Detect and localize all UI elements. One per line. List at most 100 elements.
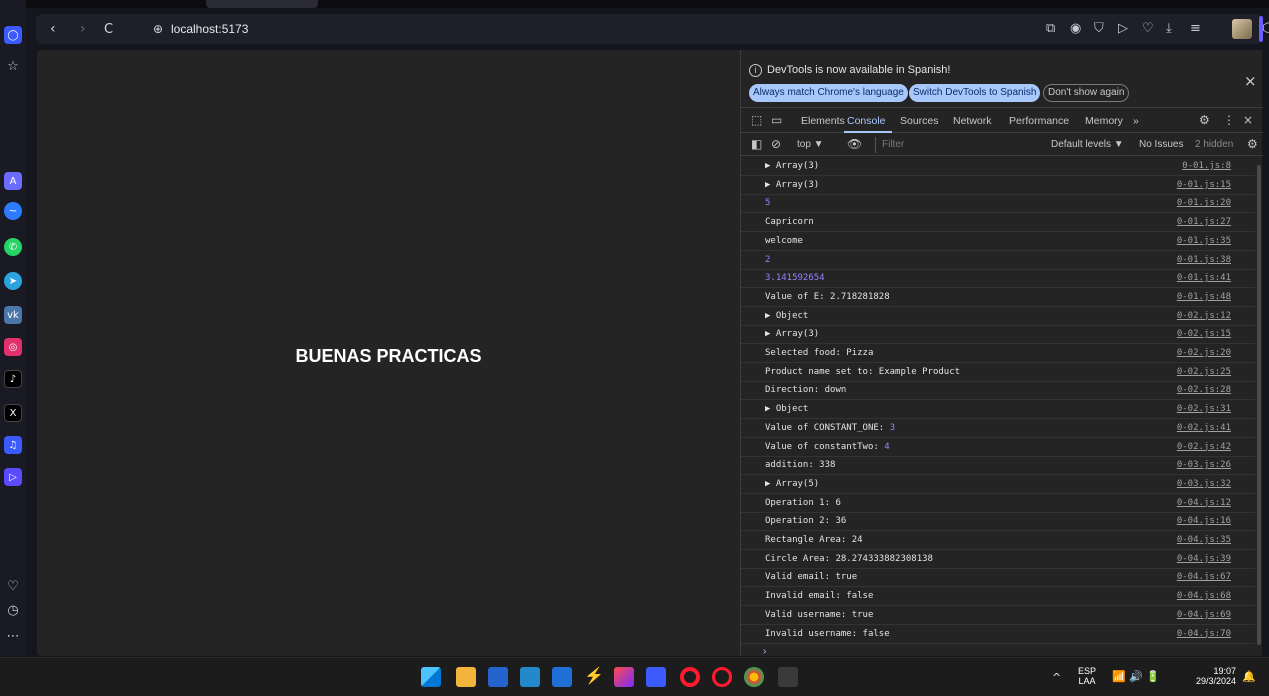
language-indicator[interactable]: ESP LAA: [1074, 666, 1100, 686]
tab-sources[interactable]: Sources: [900, 115, 939, 127]
console-source-link[interactable]: 0-02.js:31: [1177, 404, 1231, 414]
console-source-link[interactable]: 0-03.js:32: [1177, 479, 1231, 489]
clock[interactable]: 19:07 29/3/2024: [1182, 666, 1236, 686]
console-source-link[interactable]: 0-02.js:20: [1177, 348, 1231, 358]
console-row[interactable]: ▶ Object 0-02.js:12: [741, 307, 1255, 326]
issues-button[interactable]: No Issues: [1139, 139, 1183, 150]
dont-show-again-button[interactable]: Don't show again: [1043, 84, 1130, 102]
player-icon[interactable]: ▷: [4, 468, 22, 486]
console-source-link[interactable]: 0-04.js:35: [1177, 535, 1231, 545]
notice-close-button[interactable]: ×: [1244, 72, 1257, 90]
tab-performance[interactable]: Performance: [1009, 115, 1069, 127]
forward-button[interactable]: ›: [80, 21, 86, 37]
snapshot-icon[interactable]: ⧉: [1046, 21, 1055, 36]
kebab-menu-icon[interactable]: ⋮: [1223, 113, 1235, 127]
console-settings-icon[interactable]: ⚙: [1247, 137, 1258, 151]
history-icon[interactable]: ◷: [4, 602, 22, 620]
log-levels-dropdown[interactable]: Default levels ▼: [1051, 139, 1124, 150]
console-source-link[interactable]: 0-04.js:68: [1177, 591, 1231, 601]
console-row[interactable]: ▶ Array(3) 0-01.js:8: [741, 157, 1255, 176]
start-menu-icon[interactable]: [421, 667, 441, 687]
todo-app-icon[interactable]: [488, 667, 508, 687]
console-source-link[interactable]: 0-02.js:28: [1177, 385, 1231, 395]
more-tabs-button[interactable]: »: [1133, 115, 1139, 127]
device-toolbar-icon[interactable]: ▭: [771, 113, 782, 127]
site-info-icon[interactable]: ⊕: [153, 22, 163, 36]
opera-logo-icon[interactable]: ◯: [4, 26, 22, 44]
instagram-icon[interactable]: ◎: [4, 338, 22, 356]
lightning-app-icon[interactable]: ⚡: [584, 667, 604, 687]
opera-icon[interactable]: [680, 667, 700, 687]
download-icon[interactable]: ⤓: [1166, 21, 1172, 36]
camera-icon[interactable]: ◉: [1070, 21, 1081, 36]
console-source-link[interactable]: 0-01.js:38: [1177, 255, 1231, 265]
console-source-link[interactable]: 0-02.js:12: [1177, 311, 1231, 321]
close-devtools-button[interactable]: ×: [1243, 113, 1253, 127]
x-icon[interactable]: X: [4, 404, 22, 422]
whatsapp-icon[interactable]: ✆: [4, 238, 22, 256]
menu-icon[interactable]: ≡: [1190, 21, 1201, 36]
always-match-language-button[interactable]: Always match Chrome's language: [749, 84, 908, 102]
network-volume-battery-icons[interactable]: 📶 🔊 🔋: [1112, 670, 1160, 683]
reload-button[interactable]: C: [104, 22, 113, 37]
console-scrollbar[interactable]: [1256, 157, 1262, 656]
telegram-icon[interactable]: ➤: [4, 272, 22, 290]
console-source-link[interactable]: 0-04.js:69: [1177, 610, 1231, 620]
console-source-link[interactable]: 0-04.js:16: [1177, 516, 1231, 526]
notification-icon[interactable]: 🔔: [1242, 670, 1256, 683]
vscode-icon[interactable]: [520, 667, 540, 687]
browser-tab[interactable]: [206, 0, 318, 8]
chrome-icon[interactable]: [744, 667, 764, 687]
music-player-icon[interactable]: ♫: [4, 436, 22, 454]
opera-gx-icon[interactable]: [712, 667, 732, 687]
console-source-link[interactable]: 0-01.js:8: [1182, 161, 1231, 171]
tab-console[interactable]: Console: [847, 115, 886, 127]
inspect-icon[interactable]: ⬚: [751, 113, 762, 127]
heart-icon[interactable]: ♡: [4, 578, 22, 596]
play-icon[interactable]: ▷: [1118, 21, 1128, 36]
tab-memory[interactable]: Memory: [1085, 115, 1123, 127]
console-source-link[interactable]: 0-04.js:70: [1177, 629, 1231, 639]
console-row[interactable]: ▶ Array(3) 0-02.js:15: [741, 325, 1255, 345]
tiktok-icon[interactable]: ♪: [4, 370, 22, 388]
console-source-link[interactable]: 0-01.js:48: [1177, 292, 1231, 302]
clear-console-icon[interactable]: ⊘: [771, 137, 781, 151]
messenger-icon[interactable]: ~: [4, 202, 22, 220]
console-source-link[interactable]: 0-02.js:25: [1177, 367, 1231, 377]
tab-network[interactable]: Network: [953, 115, 992, 127]
avatar[interactable]: [1232, 19, 1252, 39]
console-source-link[interactable]: 0-04.js:39: [1177, 554, 1231, 564]
console-source-link[interactable]: 0-03.js:26: [1177, 460, 1231, 470]
console-source-link[interactable]: 0-04.js:67: [1177, 572, 1231, 582]
console-source-link[interactable]: 0-04.js:12: [1177, 498, 1231, 508]
url-input[interactable]: localhost:5173: [171, 22, 248, 36]
media-app-icon[interactable]: [646, 667, 666, 687]
console-source-link[interactable]: 0-01.js:27: [1177, 217, 1231, 227]
console-source-link[interactable]: 0-02.js:41: [1177, 423, 1231, 433]
console-source-link[interactable]: 0-02.js:15: [1177, 329, 1231, 339]
tray-chevron-icon[interactable]: ^: [1052, 671, 1061, 684]
live-expression-icon[interactable]: 👁: [847, 137, 862, 151]
console-source-link[interactable]: 0-01.js:20: [1177, 198, 1231, 208]
console-row[interactable]: ▶ Array(5) 0-03.js:32: [741, 475, 1255, 494]
mail-icon[interactable]: [552, 667, 572, 687]
terminal-icon[interactable]: [778, 667, 798, 687]
console-prompt[interactable]: ›: [763, 646, 766, 657]
vk-icon[interactable]: vk: [4, 306, 22, 324]
console-source-link[interactable]: 0-01.js:15: [1177, 180, 1231, 190]
file-explorer-icon[interactable]: [456, 667, 476, 687]
console-source-link[interactable]: 0-02.js:42: [1177, 442, 1231, 452]
heart-icon[interactable]: ♡: [1142, 21, 1154, 36]
aria-icon[interactable]: A: [4, 172, 22, 190]
console-row[interactable]: ▶ Array(3) 0-01.js:15: [741, 176, 1255, 195]
more-icon[interactable]: ⋯: [4, 628, 22, 646]
switch-to-spanish-button[interactable]: Switch DevTools to Spanish: [909, 84, 1041, 102]
back-button[interactable]: ‹: [50, 21, 56, 37]
cube-icon[interactable]: ⬡: [1262, 21, 1269, 36]
console-source-link[interactable]: 0-01.js:41: [1177, 273, 1231, 283]
tab-elements[interactable]: Elements: [801, 115, 845, 127]
context-selector[interactable]: top ▼: [797, 139, 824, 150]
sidebar-toggle-icon[interactable]: ◧: [751, 137, 762, 151]
scrollbar-thumb[interactable]: [1257, 165, 1261, 645]
colorful-app-icon[interactable]: [614, 667, 634, 687]
